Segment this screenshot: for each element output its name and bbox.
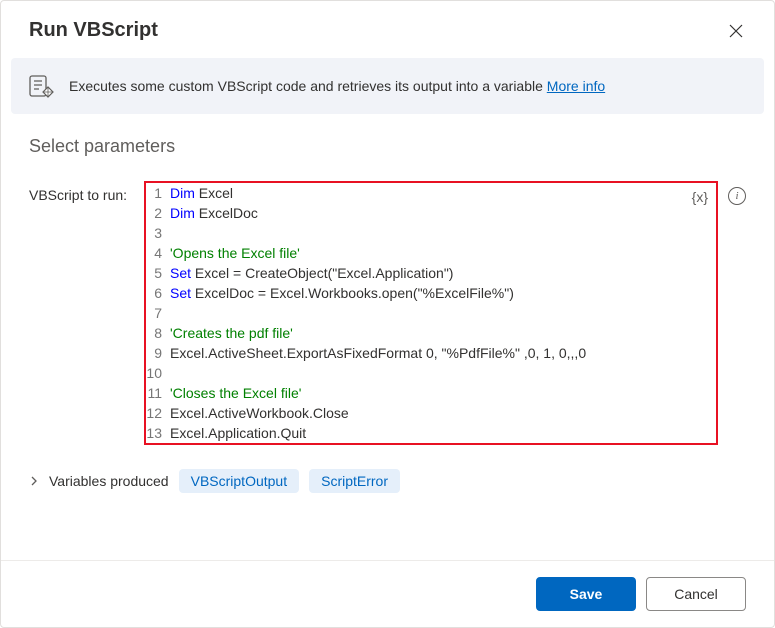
code-text: Dim Excel — [166, 183, 233, 203]
code-text — [166, 223, 174, 243]
code-text: Excel.Application.Quit — [166, 423, 306, 443]
dialog-title: Run VBScript — [29, 19, 158, 42]
insert-variable-button[interactable]: {x} — [692, 189, 708, 205]
script-icon — [29, 74, 55, 98]
vbscript-label: VBScript to run: — [29, 181, 144, 203]
save-button[interactable]: Save — [536, 577, 636, 611]
code-line: 12Excel.ActiveWorkbook.Close — [146, 403, 716, 423]
info-bar: Executes some custom VBScript code and r… — [11, 58, 764, 114]
code-text — [166, 363, 174, 383]
code-text: 'Closes the Excel file' — [166, 383, 301, 403]
code-line: 10 — [146, 363, 716, 383]
code-line: 8'Creates the pdf file' — [146, 323, 716, 343]
dialog-footer: Save Cancel — [1, 560, 774, 627]
line-number: 5 — [146, 263, 166, 283]
close-icon — [729, 24, 743, 38]
variables-toggle[interactable] — [29, 476, 39, 486]
line-number: 1 — [146, 183, 166, 203]
variable-pill[interactable]: ScriptError — [309, 469, 400, 493]
code-line: 3 — [146, 223, 716, 243]
line-number: 4 — [146, 243, 166, 263]
code-text: 'Opens the Excel file' — [166, 243, 300, 263]
code-text: Set ExcelDoc = Excel.Workbooks.open("%Ex… — [166, 283, 514, 303]
line-number: 9 — [146, 343, 166, 363]
code-line: 4'Opens the Excel file' — [146, 243, 716, 263]
cancel-button[interactable]: Cancel — [646, 577, 746, 611]
code-text — [166, 303, 174, 323]
line-number: 12 — [146, 403, 166, 423]
vbscript-editor[interactable]: 1Dim Excel2Dim ExcelDoc3 4'Opens the Exc… — [144, 181, 718, 445]
info-icon[interactable]: i — [728, 187, 746, 205]
chevron-right-icon — [29, 476, 39, 486]
line-number: 7 — [146, 303, 166, 323]
info-text: Executes some custom VBScript code and r… — [69, 78, 547, 94]
variables-produced-row: Variables produced VBScriptOutput Script… — [29, 469, 746, 493]
code-line: 9Excel.ActiveSheet.ExportAsFixedFormat 0… — [146, 343, 716, 363]
line-number: 8 — [146, 323, 166, 343]
code-line: 2Dim ExcelDoc — [146, 203, 716, 223]
code-text: 'Creates the pdf file' — [166, 323, 293, 343]
vbscript-param-row: VBScript to run: 1Dim Excel2Dim ExcelDoc… — [29, 181, 746, 445]
code-text: Dim ExcelDoc — [166, 203, 258, 223]
code-text: Excel.ActiveWorkbook.Close — [166, 403, 349, 423]
code-text: Set Excel = CreateObject("Excel.Applicat… — [166, 263, 453, 283]
code-line: 13Excel.Application.Quit — [146, 423, 716, 443]
run-vbscript-dialog: Run VBScript Executes some custom VBScri… — [0, 0, 775, 628]
line-number: 6 — [146, 283, 166, 303]
info-text-wrap: Executes some custom VBScript code and r… — [69, 78, 605, 94]
dialog-header: Run VBScript — [1, 1, 774, 58]
line-number: 3 — [146, 223, 166, 243]
code-line: 1Dim Excel — [146, 183, 716, 203]
variables-produced-label: Variables produced — [49, 473, 169, 489]
code-line: 6Set ExcelDoc = Excel.Workbooks.open("%E… — [146, 283, 716, 303]
line-number: 13 — [146, 423, 166, 443]
line-number: 11 — [146, 383, 166, 403]
code-line: 7 — [146, 303, 716, 323]
editor-wrap: 1Dim Excel2Dim ExcelDoc3 4'Opens the Exc… — [144, 181, 746, 445]
code-text: Excel.ActiveSheet.ExportAsFixedFormat 0,… — [166, 343, 586, 363]
close-button[interactable] — [726, 21, 746, 41]
section-title: Select parameters — [29, 136, 746, 157]
line-number: 10 — [146, 363, 166, 383]
line-number: 2 — [146, 203, 166, 223]
variable-pill[interactable]: VBScriptOutput — [179, 469, 300, 493]
code-line: 11'Closes the Excel file' — [146, 383, 716, 403]
code-line: 5Set Excel = CreateObject("Excel.Applica… — [146, 263, 716, 283]
dialog-content: Select parameters VBScript to run: 1Dim … — [1, 114, 774, 560]
more-info-link[interactable]: More info — [547, 78, 605, 94]
